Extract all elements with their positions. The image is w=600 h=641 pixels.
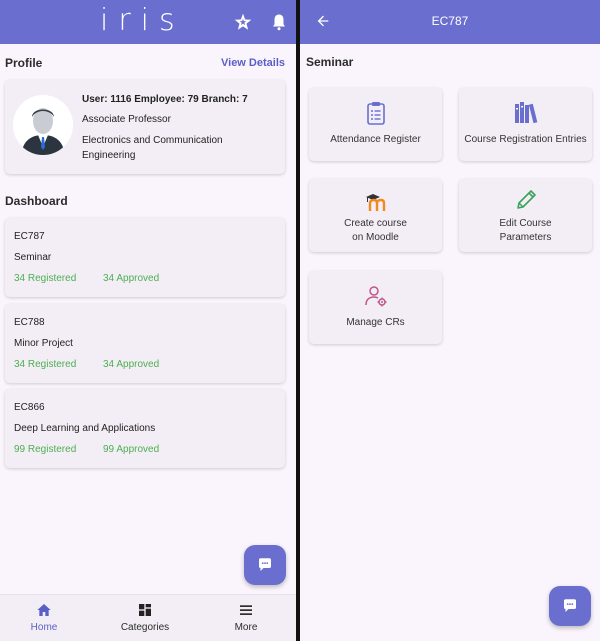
nav-categories-label: Categories [120, 622, 170, 633]
user-gear-icon [309, 283, 442, 309]
course-name: Seminar [14, 252, 52, 263]
tile-label: Course Registration Entries [464, 134, 587, 145]
course-card[interactable]: EC788 Minor Project 34 Registered 34 App… [5, 304, 285, 383]
registered-count: 34 Registered [14, 273, 77, 284]
profile-ids: User: 1116 Employee: 79 Branch: 7 [82, 94, 248, 105]
tile-attendance-register[interactable]: Attendance Register [309, 88, 442, 161]
section-title: Seminar [306, 55, 354, 69]
right-screen: EC787 Seminar Attendance Register Course… [300, 0, 600, 641]
avatar [13, 95, 73, 155]
profile-designation: Associate Professor [82, 114, 171, 125]
profile-card[interactable]: User: 1116 Employee: 79 Branch: 7 Associ… [5, 80, 285, 174]
tile-edit-course-parameters[interactable]: Edit Course Parameters [459, 179, 592, 252]
profile-title: Profile [5, 56, 43, 70]
approved-count: 34 Approved [103, 273, 160, 284]
nav-more[interactable]: More [206, 601, 286, 633]
app-logo: iris [100, 3, 185, 38]
profile-department-line1: Electronics and Communication [82, 135, 223, 146]
pencil-icon [459, 187, 592, 213]
tile-create-course-moodle[interactable]: Create course on Moodle [309, 179, 442, 252]
view-details-link[interactable]: View Details [221, 57, 285, 69]
nav-home-label: Home [30, 622, 58, 633]
app-bar: iris [0, 0, 296, 44]
chat-icon [259, 558, 271, 571]
registered-count: 99 Registered [14, 444, 77, 455]
course-card[interactable]: EC866 Deep Learning and Applications 99 … [5, 389, 285, 468]
bell-icon[interactable] [268, 11, 290, 33]
tile-label: Manage CRs [346, 317, 405, 328]
app-bar: EC787 [300, 0, 600, 44]
nav-home[interactable]: Home [4, 601, 84, 633]
approved-count: 34 Approved [103, 359, 160, 370]
course-code: EC788 [14, 317, 45, 328]
profile-department-line2: Engineering [82, 150, 136, 161]
moodle-icon [309, 189, 442, 215]
nav-more-label: More [234, 622, 258, 633]
clipboard-list-icon [309, 100, 442, 126]
dashboard-title: Dashboard [5, 194, 68, 208]
left-screen: iris Profile View Details User: 1116 Emp… [0, 0, 296, 641]
tile-label-line2: Parameters [499, 232, 552, 243]
registered-count: 34 Registered [14, 359, 77, 370]
tile-label-line1: Edit Course [499, 218, 552, 229]
tile-label-line1: Create course [344, 218, 407, 229]
approved-count: 99 Approved [103, 444, 160, 455]
grid-icon [139, 604, 151, 616]
bottom-nav: Home Categories More [0, 594, 296, 641]
home-icon [37, 604, 51, 616]
nav-categories[interactable]: Categories [105, 601, 185, 633]
chat-fab-button[interactable] [549, 586, 591, 626]
tile-course-registration-entries[interactable]: Course Registration Entries [459, 88, 592, 161]
course-name: Minor Project [14, 338, 73, 349]
chat-icon [564, 599, 576, 612]
chat-fab-button[interactable] [244, 545, 286, 585]
tile-manage-crs[interactable]: Manage CRs [309, 271, 442, 344]
menu-icon [240, 605, 252, 615]
course-card[interactable]: EC787 Seminar 34 Registered 34 Approved [5, 218, 285, 297]
tile-label-line2: on Moodle [352, 232, 399, 243]
favorites-icon[interactable] [232, 11, 254, 33]
tile-label: Attendance Register [330, 134, 421, 145]
course-code: EC787 [14, 231, 45, 242]
course-code: EC866 [14, 402, 45, 413]
books-icon [459, 100, 592, 126]
course-name: Deep Learning and Applications [14, 423, 156, 434]
page-title: EC787 [431, 14, 469, 28]
